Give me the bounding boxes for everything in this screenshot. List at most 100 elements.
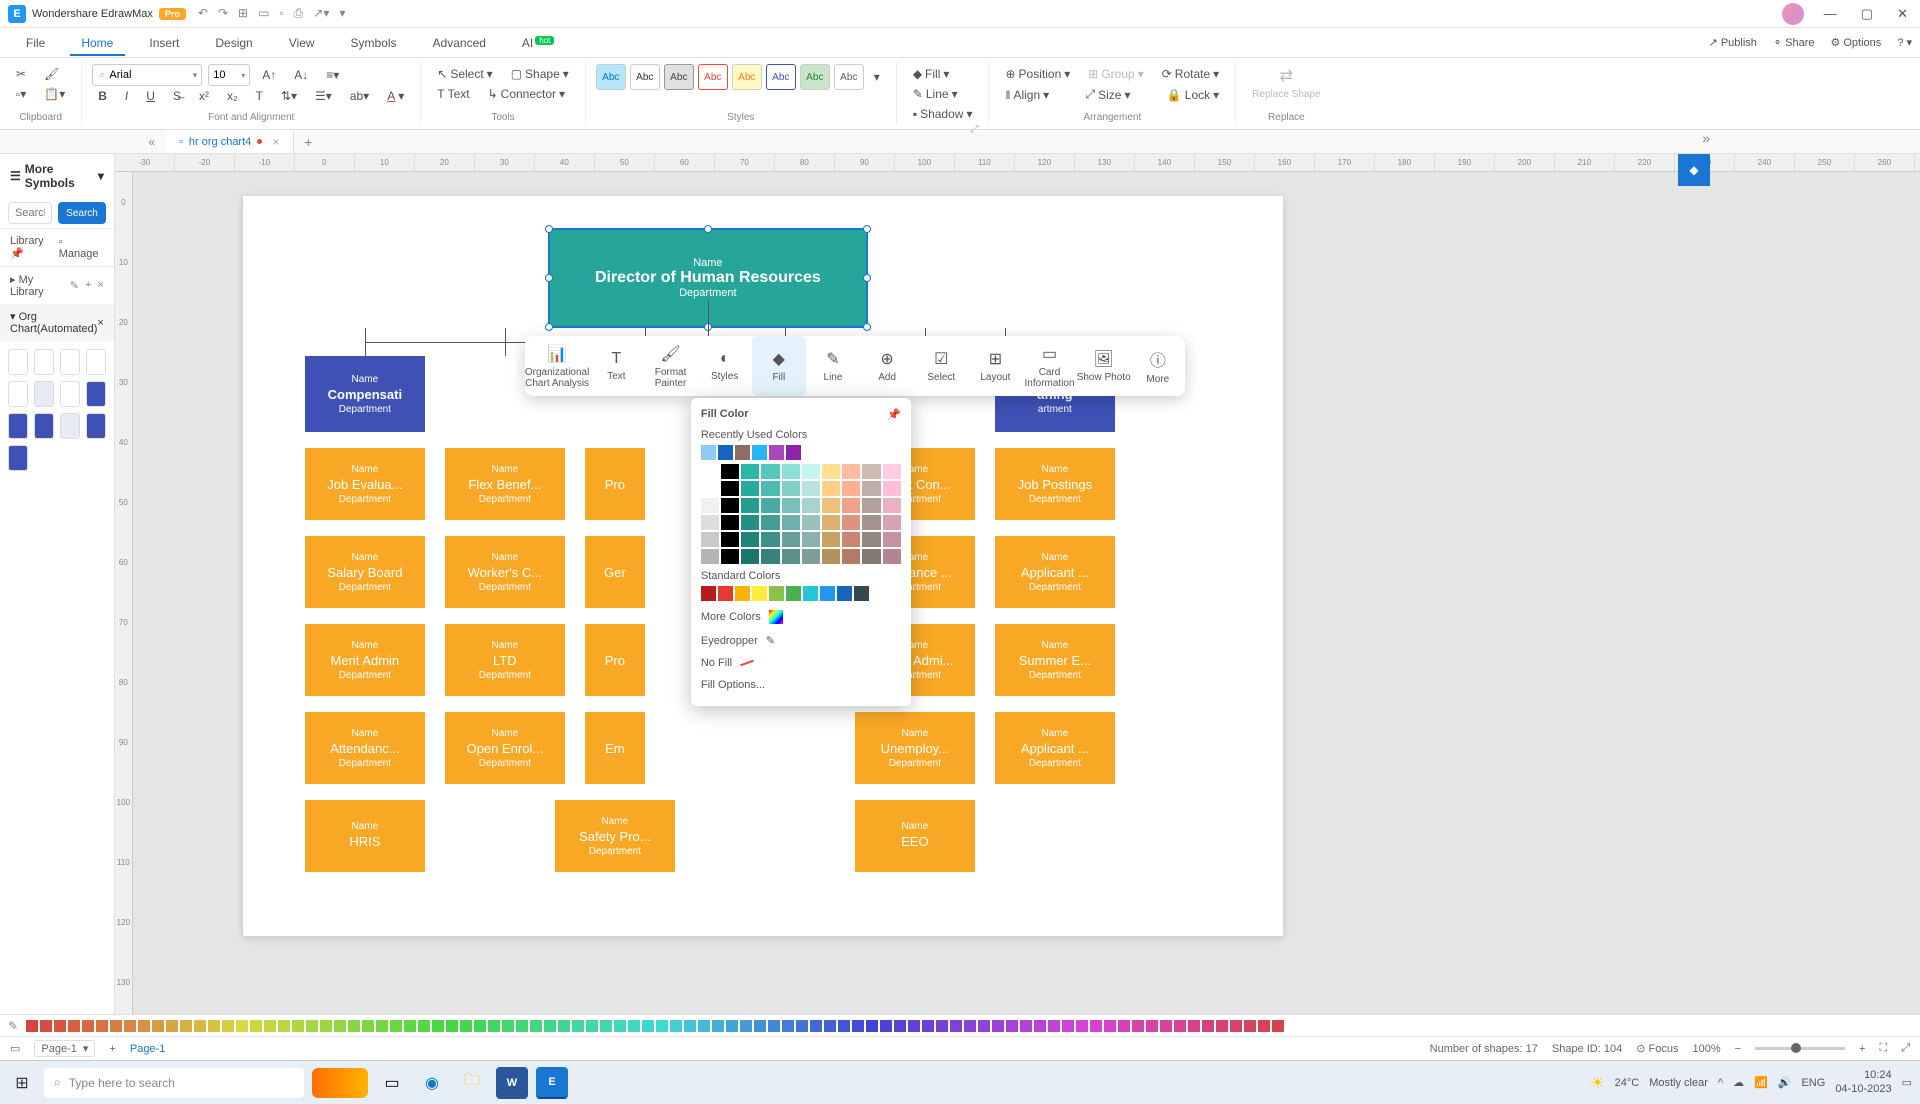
color-swatch[interactable] — [769, 586, 784, 601]
connector-tool[interactable]: ↳ Connector ▾ — [482, 84, 571, 104]
org-card[interactable]: NameFlex Benef...Department — [445, 448, 565, 520]
palette-color[interactable] — [334, 1020, 346, 1032]
palette-color[interactable] — [852, 1020, 864, 1032]
org-card[interactable]: NameSummer E...Department — [995, 624, 1115, 696]
color-swatch[interactable] — [735, 586, 750, 601]
focus-button[interactable]: ⊙ Focus — [1636, 1042, 1678, 1055]
symbol-thumb[interactable] — [8, 413, 28, 439]
ft-format-painter[interactable]: 🖌Format Painter — [643, 336, 697, 396]
size-button[interactable]: ⤢ Size▾ — [1080, 84, 1137, 105]
nofill-button[interactable]: No Fill — [701, 652, 901, 674]
tab-ai[interactable]: AIhot — [504, 30, 572, 56]
palette-color[interactable] — [1160, 1020, 1172, 1032]
color-swatch[interactable] — [721, 464, 739, 479]
palette-color[interactable] — [208, 1020, 220, 1032]
news-widget[interactable] — [312, 1068, 368, 1098]
color-swatch[interactable] — [782, 532, 800, 547]
add-lib-icon[interactable]: + — [85, 279, 91, 292]
color-swatch[interactable] — [842, 532, 860, 547]
notifications-icon[interactable]: ▭ — [1902, 1076, 1912, 1089]
color-swatch[interactable] — [802, 481, 820, 496]
color-swatch[interactable] — [854, 586, 869, 601]
italic-icon[interactable]: I — [119, 86, 134, 106]
library-link[interactable]: Library 📌 — [10, 235, 59, 260]
palette-color[interactable] — [488, 1020, 500, 1032]
font-inc-icon[interactable]: A↑ — [256, 65, 282, 85]
selection-handle[interactable] — [545, 323, 553, 331]
font-dec-icon[interactable]: A↓ — [288, 65, 314, 85]
start-button[interactable]: ⊞ — [8, 1069, 36, 1097]
org-card[interactable]: NameLTDDepartment — [445, 624, 565, 696]
publish-button[interactable]: ↗ Publish — [1709, 36, 1757, 49]
color-swatch[interactable] — [820, 586, 835, 601]
palette-color[interactable] — [124, 1020, 136, 1032]
zoom-in-icon[interactable]: + — [1859, 1043, 1865, 1055]
more-colors-button[interactable]: More Colors — [701, 605, 901, 629]
palette-color[interactable] — [1090, 1020, 1102, 1032]
org-card[interactable]: NameAttendanc...Department — [305, 712, 425, 784]
color-swatch[interactable] — [761, 464, 779, 479]
wifi-icon[interactable]: 📶 — [1754, 1076, 1768, 1089]
style-swatch-5[interactable]: Abc — [732, 64, 762, 90]
palette-color[interactable] — [600, 1020, 612, 1032]
org-card[interactable]: Pro — [585, 448, 645, 520]
palette-color[interactable] — [586, 1020, 598, 1032]
select-tool[interactable]: ↖ Select ▾ — [431, 64, 498, 84]
word-icon[interactable]: W — [496, 1067, 528, 1099]
ft-chart-analysis[interactable]: 📊Organizational Chart Analysis — [525, 336, 589, 396]
close-section-icon[interactable]: × — [97, 317, 103, 329]
palette-color[interactable] — [1048, 1020, 1060, 1032]
palette-color[interactable] — [474, 1020, 486, 1032]
line-dropdown[interactable]: ✎ Line ▾ — [907, 84, 979, 104]
cut-icon[interactable]: ✂ — [10, 64, 32, 84]
close-button[interactable]: ✕ — [1893, 6, 1912, 22]
rotate-button[interactable]: ⟳ Rotate▾ — [1156, 64, 1225, 84]
symbol-thumb[interactable] — [86, 381, 106, 407]
palette-color[interactable] — [138, 1020, 150, 1032]
replace-shape-button[interactable]: ⇄Replace Shape — [1246, 64, 1326, 104]
fill-tool-icon[interactable]: ◆ — [1678, 154, 1710, 186]
palette-color[interactable] — [96, 1020, 108, 1032]
color-swatch[interactable] — [761, 532, 779, 547]
ft-styles[interactable]: ◐Styles — [698, 336, 752, 396]
open-icon[interactable]: ▭ — [258, 6, 269, 21]
color-swatch[interactable] — [822, 515, 840, 530]
color-swatch[interactable] — [822, 549, 840, 564]
fullscreen-icon[interactable]: ⤢ — [1901, 1042, 1910, 1055]
options-button[interactable]: ⚙ Options — [1831, 36, 1882, 49]
symbol-thumb[interactable] — [8, 381, 28, 407]
palette-color[interactable] — [670, 1020, 682, 1032]
color-swatch[interactable] — [837, 586, 852, 601]
color-swatch[interactable] — [701, 549, 719, 564]
tab-home[interactable]: Home — [63, 30, 131, 56]
position-button[interactable]: ⊕ Position▾ — [999, 64, 1076, 84]
symbol-search-input[interactable] — [8, 202, 52, 224]
fill-options-button[interactable]: Fill Options... — [701, 674, 901, 696]
palette-color[interactable] — [782, 1020, 794, 1032]
section-org-chart[interactable]: ▾ Org Chart(Automated) × — [0, 304, 114, 341]
palette-color[interactable] — [992, 1020, 1004, 1032]
color-swatch[interactable] — [701, 464, 719, 479]
color-swatch[interactable] — [802, 532, 820, 547]
palette-color[interactable] — [1132, 1020, 1144, 1032]
color-swatch[interactable] — [802, 464, 820, 479]
color-swatch[interactable] — [741, 549, 759, 564]
color-swatch[interactable] — [701, 515, 719, 530]
org-card[interactable]: Ger — [585, 536, 645, 608]
dialog-launcher-icon[interactable]: ⤢ — [907, 124, 979, 135]
fill-dropdown[interactable]: ◆ Fill ▾ — [907, 64, 979, 84]
palette-color[interactable] — [54, 1020, 66, 1032]
color-swatch[interactable] — [769, 445, 784, 460]
palette-color[interactable] — [1258, 1020, 1270, 1032]
brush-icon[interactable]: 🖌 — [38, 64, 65, 84]
symbol-thumb[interactable] — [60, 349, 80, 375]
color-swatch[interactable] — [721, 498, 739, 513]
palette-color[interactable] — [922, 1020, 934, 1032]
eyedropper-button[interactable]: Eyedropper✎ — [701, 629, 901, 652]
palette-color[interactable] — [166, 1020, 178, 1032]
selection-handle[interactable] — [863, 225, 871, 233]
palette-color[interactable] — [1062, 1020, 1074, 1032]
color-swatch[interactable] — [842, 549, 860, 564]
redo-icon[interactable]: ↷ — [218, 6, 228, 21]
color-swatch[interactable] — [752, 586, 767, 601]
